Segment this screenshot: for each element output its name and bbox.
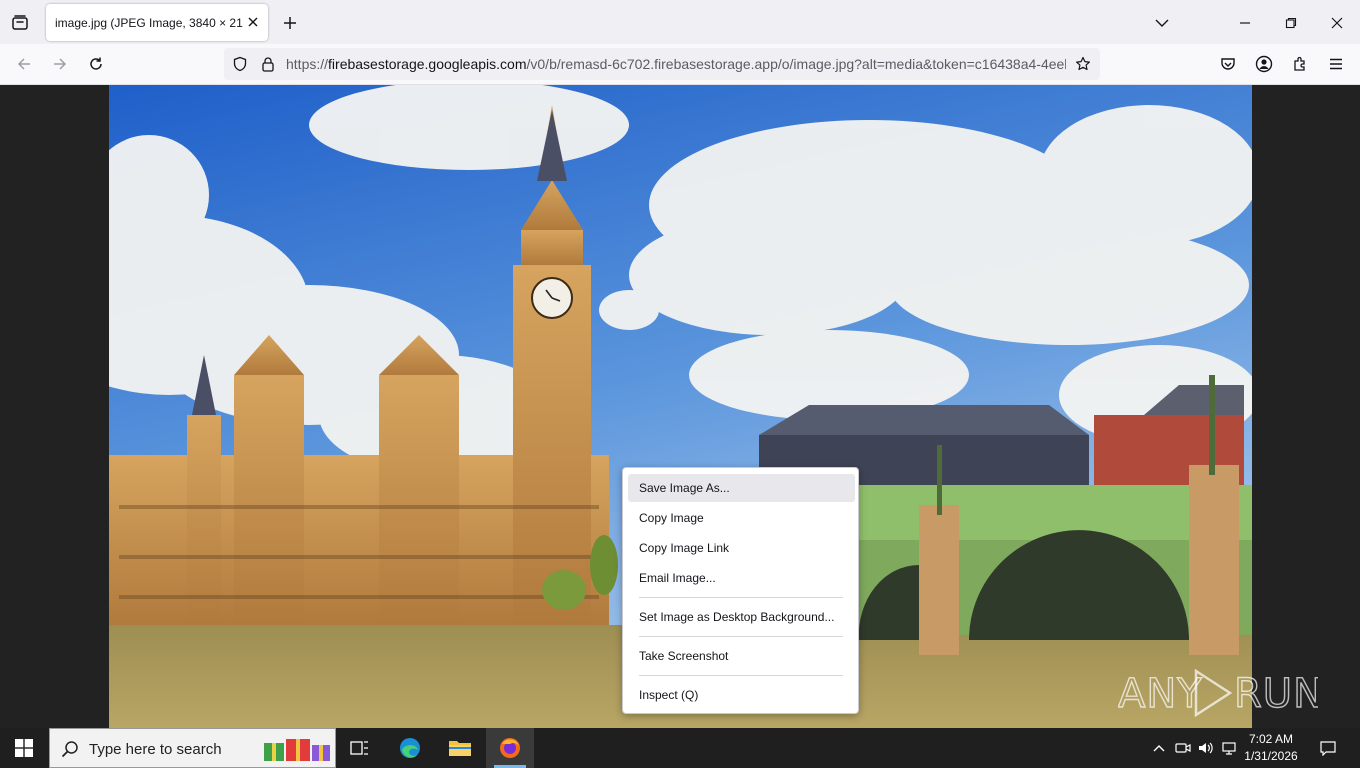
firefox-view-icon[interactable] — [8, 11, 32, 35]
tracking-protection-shield-icon[interactable] — [230, 54, 250, 74]
menu-save-image-as[interactable]: Save Image As... — [628, 474, 855, 502]
app-menu-icon[interactable] — [1324, 52, 1348, 76]
url-path: /v0/b/remasd-6c702.firebasestorage.app/o… — [526, 56, 1067, 72]
menu-set-desktop-background[interactable]: Set Image as Desktop Background... — [628, 603, 855, 631]
extensions-icon[interactable] — [1288, 52, 1312, 76]
menu-email-image[interactable]: Email Image... — [628, 564, 855, 592]
file-explorer-icon[interactable] — [436, 728, 484, 768]
search-placeholder: Type here to search — [89, 741, 222, 758]
meet-now-icon[interactable] — [1174, 738, 1192, 758]
clock-time: 7:02 AM — [1248, 732, 1294, 746]
navigation-toolbar: https://firebasestorage.googleapis.com/v… — [0, 44, 1360, 85]
new-tab-icon[interactable] — [278, 11, 302, 35]
start-windows-icon[interactable] — [0, 728, 48, 768]
menu-separator — [639, 597, 843, 598]
bookmark-star-icon[interactable] — [1072, 54, 1094, 74]
tab-image[interactable]: image.jpg (JPEG Image, 3840 × 2160 pixel… — [46, 4, 268, 41]
clock-date: 1/31/2026 — [1244, 749, 1298, 763]
image-context-menu: Save Image As... Copy Image Copy Image L… — [622, 467, 859, 714]
svg-text:ANY: ANY — [1118, 671, 1203, 717]
reload-icon[interactable] — [84, 52, 108, 76]
menu-take-screenshot[interactable]: Take Screenshot — [628, 642, 855, 670]
url-host: firebasestorage.googleapis.com — [328, 56, 527, 72]
forward-icon[interactable] — [48, 52, 72, 76]
tab-close-icon[interactable] — [244, 13, 262, 31]
task-view-icon[interactable] — [336, 728, 384, 768]
taskbar-search-box[interactable]: Type here to search — [49, 728, 336, 768]
menu-inspect[interactable]: Inspect (Q) — [628, 681, 855, 709]
back-icon[interactable] — [12, 52, 36, 76]
menu-separator — [639, 636, 843, 637]
edge-icon[interactable] — [386, 728, 434, 768]
url-bar[interactable]: https://firebasestorage.googleapis.com/v… — [224, 48, 1100, 80]
list-all-tabs-icon[interactable] — [1150, 11, 1174, 35]
account-icon[interactable] — [1252, 52, 1276, 76]
menu-separator — [639, 675, 843, 676]
svg-text:RUN: RUN — [1234, 671, 1318, 717]
menu-copy-image-link[interactable]: Copy Image Link — [628, 534, 855, 562]
search-highlight-gifts-icon — [262, 735, 332, 763]
url-text[interactable]: https://firebasestorage.googleapis.com/v… — [286, 56, 1066, 72]
tab-strip: image.jpg (JPEG Image, 3840 × 2160 pixel… — [0, 0, 1360, 44]
volume-icon[interactable] — [1197, 738, 1215, 758]
show-hidden-icons-icon[interactable] — [1150, 738, 1168, 758]
firefox-taskbar-icon[interactable] — [486, 728, 534, 768]
notifications-icon[interactable] — [1316, 738, 1340, 758]
windows-taskbar: Type here to search 7:02 AM 1/31/2026 — [0, 728, 1360, 768]
close-window-icon[interactable] — [1324, 11, 1350, 35]
network-icon[interactable] — [1220, 738, 1238, 758]
tab-title: image.jpg (JPEG Image, 3840 × 2160 pixel… — [55, 15, 243, 30]
url-scheme: https:// — [286, 56, 329, 72]
pocket-icon[interactable] — [1216, 52, 1240, 76]
search-icon — [60, 739, 80, 759]
restore-icon[interactable] — [1278, 11, 1304, 35]
taskbar-clock[interactable]: 7:02 AM 1/31/2026 — [1242, 731, 1300, 765]
menu-copy-image[interactable]: Copy Image — [628, 504, 855, 532]
anyrun-watermark: ANY RUN — [1117, 663, 1324, 719]
lock-icon[interactable] — [258, 54, 278, 74]
minimize-icon[interactable] — [1232, 11, 1258, 35]
